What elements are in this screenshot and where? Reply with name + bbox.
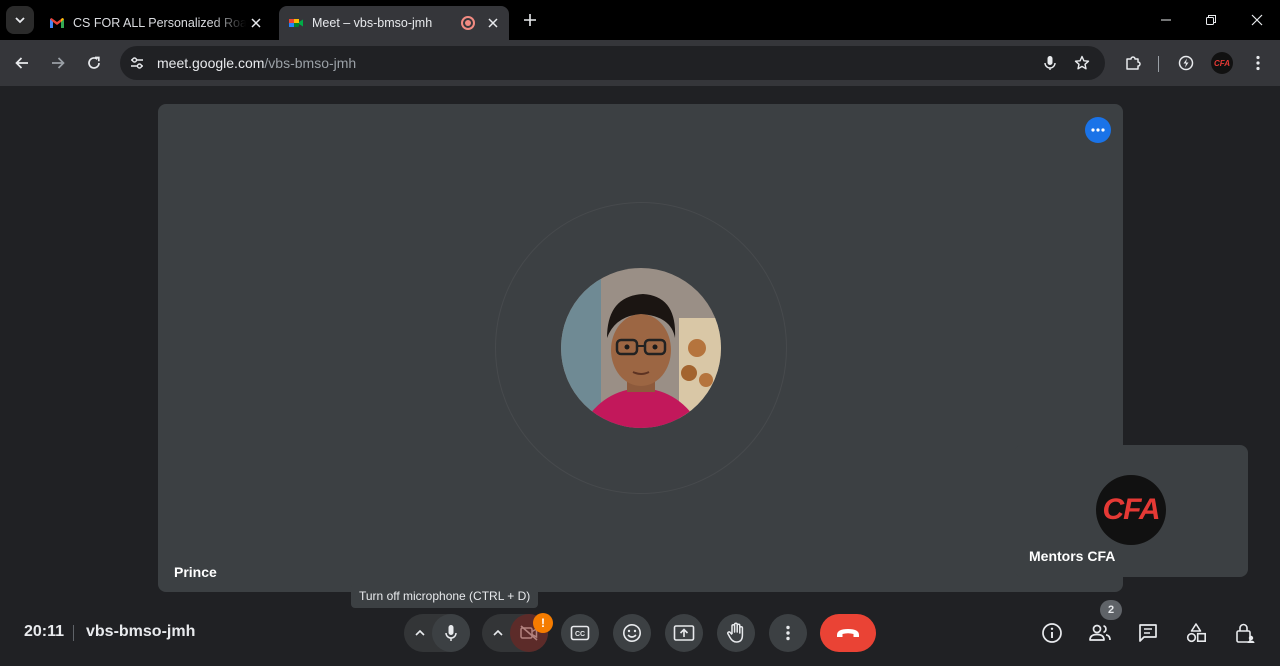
chat-icon xyxy=(1139,624,1157,642)
participant-photo xyxy=(561,268,721,428)
restore-icon xyxy=(1206,15,1216,25)
gmail-icon xyxy=(50,18,64,28)
arrow-left-icon xyxy=(15,57,28,69)
participant-avatar xyxy=(561,268,721,428)
present-to-all-icon xyxy=(673,625,695,641)
profile-avatar-button[interactable]: CFA xyxy=(1211,52,1233,74)
close-icon xyxy=(1251,14,1263,26)
more-vertical-icon xyxy=(786,625,790,641)
reload-icon xyxy=(88,56,100,69)
closed-captions-icon: CC xyxy=(570,625,590,641)
puzzle-icon xyxy=(1126,56,1141,70)
more-options-button[interactable] xyxy=(769,614,807,652)
restore-button[interactable] xyxy=(1188,0,1234,40)
url-text: meet.google.com/vbs-bmso-jmh xyxy=(157,55,356,71)
microphone-toggle-button[interactable] xyxy=(432,614,470,652)
microphone-icon xyxy=(445,625,457,641)
host-controls-button[interactable] xyxy=(1231,619,1259,647)
meeting-code: vbs-bmso-jmh xyxy=(86,623,196,640)
people-icon xyxy=(1089,624,1111,641)
reactions-button[interactable] xyxy=(613,614,651,652)
people-button[interactable] xyxy=(1086,619,1114,647)
energy-saver-icon xyxy=(1178,55,1194,71)
new-tab-button[interactable] xyxy=(519,9,541,31)
reload-button[interactable] xyxy=(80,49,108,77)
tab-gmail[interactable]: CS FOR ALL Personalized Roadmap xyxy=(40,6,272,40)
close-tab-button[interactable] xyxy=(246,13,266,33)
tab-search-button[interactable] xyxy=(6,6,34,34)
minimize-button[interactable] xyxy=(1143,0,1189,40)
bookmark-button[interactable] xyxy=(1072,53,1092,73)
performance-button[interactable] xyxy=(1172,49,1200,77)
info-icon xyxy=(1042,623,1062,643)
meet-icon xyxy=(289,19,303,27)
browser-toolbar: meet.google.com/vbs-bmso-jmh CFA xyxy=(0,40,1280,86)
chrome-menu-button[interactable] xyxy=(1244,49,1272,77)
audio-options-button[interactable] xyxy=(406,614,434,652)
chevron-up-icon xyxy=(415,629,425,636)
site-info-button[interactable] xyxy=(124,50,150,76)
chevron-down-icon xyxy=(15,17,25,24)
star-icon xyxy=(1074,55,1090,70)
chat-button[interactable] xyxy=(1134,619,1162,647)
back-button[interactable] xyxy=(8,49,36,77)
present-screen-button[interactable] xyxy=(665,614,703,652)
meet-stage: Prince CFA Mentors CFA Turn off micropho… xyxy=(0,86,1280,666)
activities-icon xyxy=(1186,623,1206,643)
close-window-button[interactable] xyxy=(1234,0,1280,40)
main-participant-name: Prince xyxy=(174,564,217,580)
recording-indicator-icon xyxy=(461,16,475,30)
close-icon xyxy=(251,18,261,28)
minimize-icon xyxy=(1161,19,1171,21)
captions-button[interactable]: CC xyxy=(561,614,599,652)
arrow-right-icon xyxy=(52,57,65,69)
url-host: meet.google.com xyxy=(157,55,265,71)
self-view-name: Mentors CFA xyxy=(1029,548,1116,564)
emoji-icon xyxy=(623,624,641,642)
raise-hand-button[interactable] xyxy=(717,614,755,652)
lock-person-icon xyxy=(1236,623,1255,643)
main-participant-tile[interactable]: Prince xyxy=(158,104,1123,592)
leave-call-button[interactable] xyxy=(820,614,876,652)
close-icon xyxy=(488,18,498,28)
chevron-up-icon xyxy=(493,629,503,636)
more-vertical-icon xyxy=(1256,55,1260,71)
tune-icon xyxy=(131,57,143,69)
tab-title: CS FOR ALL Personalized Roadmap xyxy=(73,16,246,30)
clock-divider xyxy=(73,625,74,641)
close-tab-button[interactable] xyxy=(483,13,503,33)
microphone-icon xyxy=(1044,56,1056,70)
self-view-tile[interactable]: CFA Mentors CFA xyxy=(1014,445,1248,577)
extensions-button[interactable] xyxy=(1119,49,1147,77)
participant-count-badge: 2 xyxy=(1100,600,1122,620)
activities-button[interactable] xyxy=(1182,619,1210,647)
forward-button[interactable] xyxy=(44,49,72,77)
plus-icon xyxy=(524,14,536,26)
tile-more-options-button[interactable] xyxy=(1085,117,1111,143)
microphone-tooltip: Turn off microphone (CTRL + D) xyxy=(351,584,539,608)
tab-meet[interactable]: Meet – vbs-bmso-jmh xyxy=(279,6,509,40)
participant-logo: CFA xyxy=(1096,475,1166,545)
address-bar[interactable]: meet.google.com/vbs-bmso-jmh xyxy=(120,46,1105,80)
meeting-details-button[interactable] xyxy=(1038,619,1066,647)
tab-title: Meet – vbs-bmso-jmh xyxy=(312,16,433,30)
svg-text:CC: CC xyxy=(575,631,585,638)
more-horizontal-icon xyxy=(1091,128,1105,132)
call-end-icon xyxy=(837,629,859,637)
url-path: /vbs-bmso-jmh xyxy=(264,55,357,71)
mic-in-use-button[interactable] xyxy=(1040,53,1060,73)
tab-strip: CS FOR ALL Personalized Roadmap Meet – v… xyxy=(0,0,1280,40)
hand-icon xyxy=(727,622,744,643)
video-options-button[interactable] xyxy=(484,614,512,652)
camera-warning-badge: ! xyxy=(533,613,553,633)
meeting-clock: 20:11 xyxy=(24,623,65,640)
toolbar-divider xyxy=(1158,56,1159,72)
